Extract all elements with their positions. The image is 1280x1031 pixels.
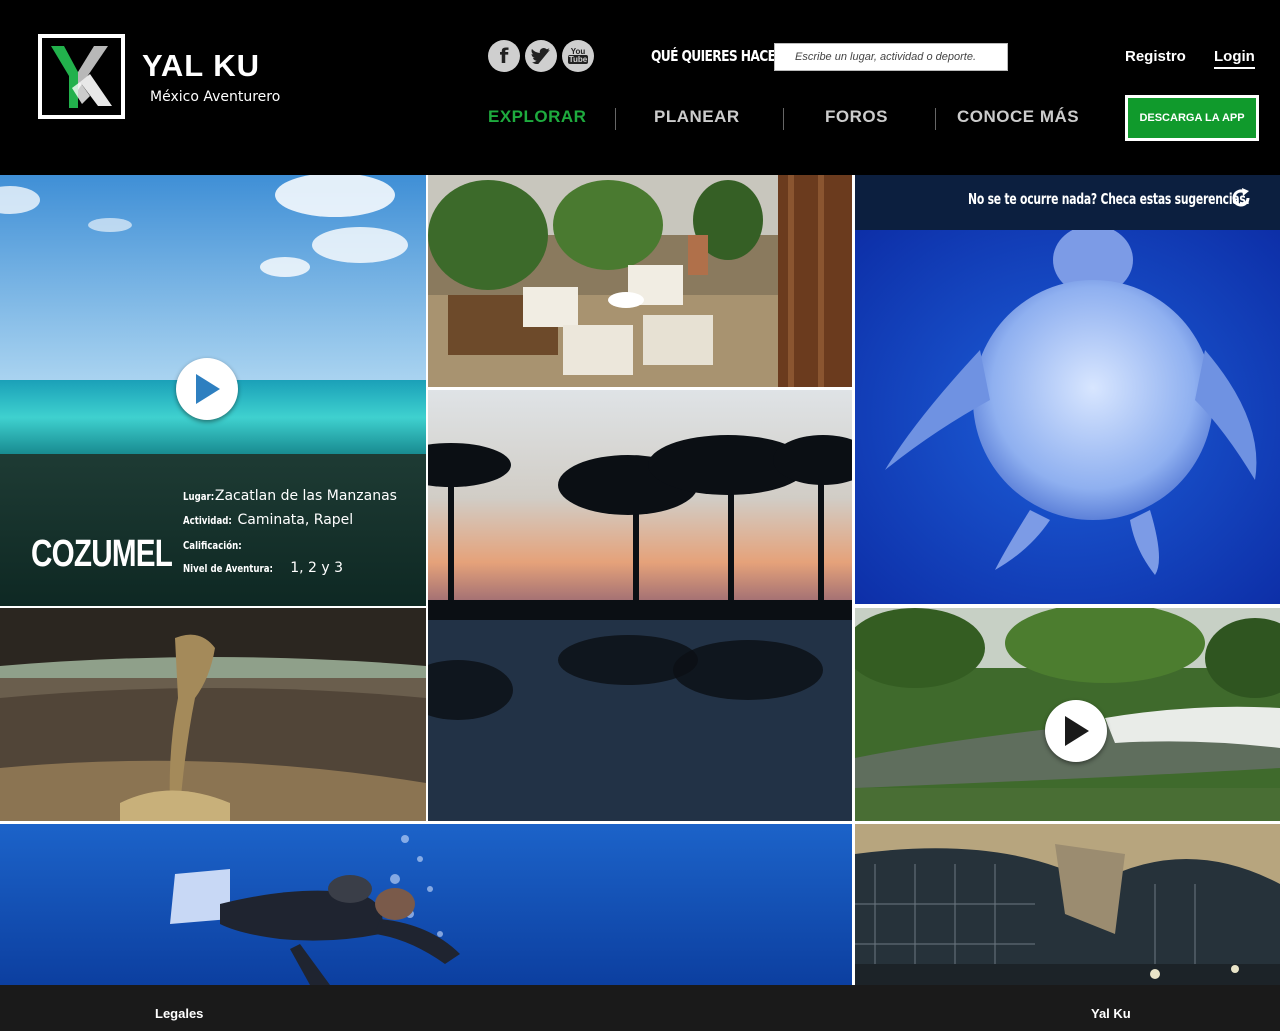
info-nivel: Nivel de Aventura: 1, 2 y 3 [183, 559, 343, 576]
tile-caribbean-sea[interactable] [0, 175, 426, 455]
search-question: QUÉ QUIERES HACER? [651, 47, 791, 65]
lugar-value: Zacatlan de las Manzanas [214, 488, 397, 504]
nav-planear[interactable]: PLANEAR [654, 107, 740, 127]
youtube-icon[interactable]: You Tube [562, 40, 594, 72]
login-link[interactable]: Login [1214, 48, 1255, 69]
nav-divider [615, 108, 616, 130]
logo-icon[interactable] [38, 34, 125, 119]
tile-bronze-sculpture[interactable] [0, 608, 426, 821]
suggestions-text: No se te ocurre nada? Checa estas sugere… [968, 190, 1250, 208]
nav-explorar[interactable]: EXPLORAR [488, 107, 586, 127]
nav-divider [783, 108, 784, 130]
actividad-label: Actividad: [183, 514, 232, 527]
nivel-value: 1, 2 y 3 [290, 560, 343, 576]
search-input[interactable] [774, 43, 1008, 71]
info-calificacion: Calificación: [183, 536, 246, 553]
twitter-icon[interactable] [525, 40, 557, 72]
site-header: YAL KU México Aventurero f You Tube QUÉ Q… [0, 0, 1280, 175]
tile-hotel-terrace[interactable] [428, 175, 852, 387]
nav-foros[interactable]: FOROS [825, 107, 888, 127]
download-app-button[interactable]: DESCARGA LA APP [1125, 95, 1259, 141]
featured-info-panel[interactable] [0, 454, 426, 606]
refresh-icon[interactable] [1230, 187, 1252, 209]
tile-river-forest[interactable] [855, 608, 1280, 821]
legales-link[interactable]: Legales [155, 1006, 203, 1021]
tile-palm-sunset[interactable] [428, 390, 852, 821]
tile-arch-structure[interactable] [855, 824, 1280, 985]
nav-conoce-mas[interactable]: CONOCE MÁS [957, 107, 1079, 127]
info-lugar: Lugar: Zacatlan de las Manzanas [183, 487, 397, 504]
tile-scuba-diver[interactable] [0, 824, 852, 985]
nivel-label: Nivel de Aventura: [183, 562, 273, 575]
register-link[interactable]: Registro [1125, 48, 1186, 65]
actividad-value: Caminata, Rapel [237, 512, 354, 528]
calificacion-label: Calificación: [183, 539, 242, 552]
lugar-label: Lugar: [183, 490, 215, 503]
nav-divider [935, 108, 936, 130]
youtube-bottom: Tube [567, 55, 589, 64]
featured-place-name[interactable]: COZUMEL [31, 533, 173, 576]
play-video-button[interactable] [1045, 700, 1107, 762]
play-video-button[interactable] [176, 358, 238, 420]
info-actividad: Actividad: Caminata, Rapel [183, 511, 353, 528]
brand-name[interactable]: YAL KU [142, 48, 260, 84]
brand-tagline: México Aventurero [150, 89, 281, 105]
yal-ku-link[interactable]: Yal Ku [1091, 1006, 1131, 1021]
tile-sea-turtle[interactable] [855, 230, 1280, 604]
facebook-icon[interactable]: f [488, 40, 520, 72]
